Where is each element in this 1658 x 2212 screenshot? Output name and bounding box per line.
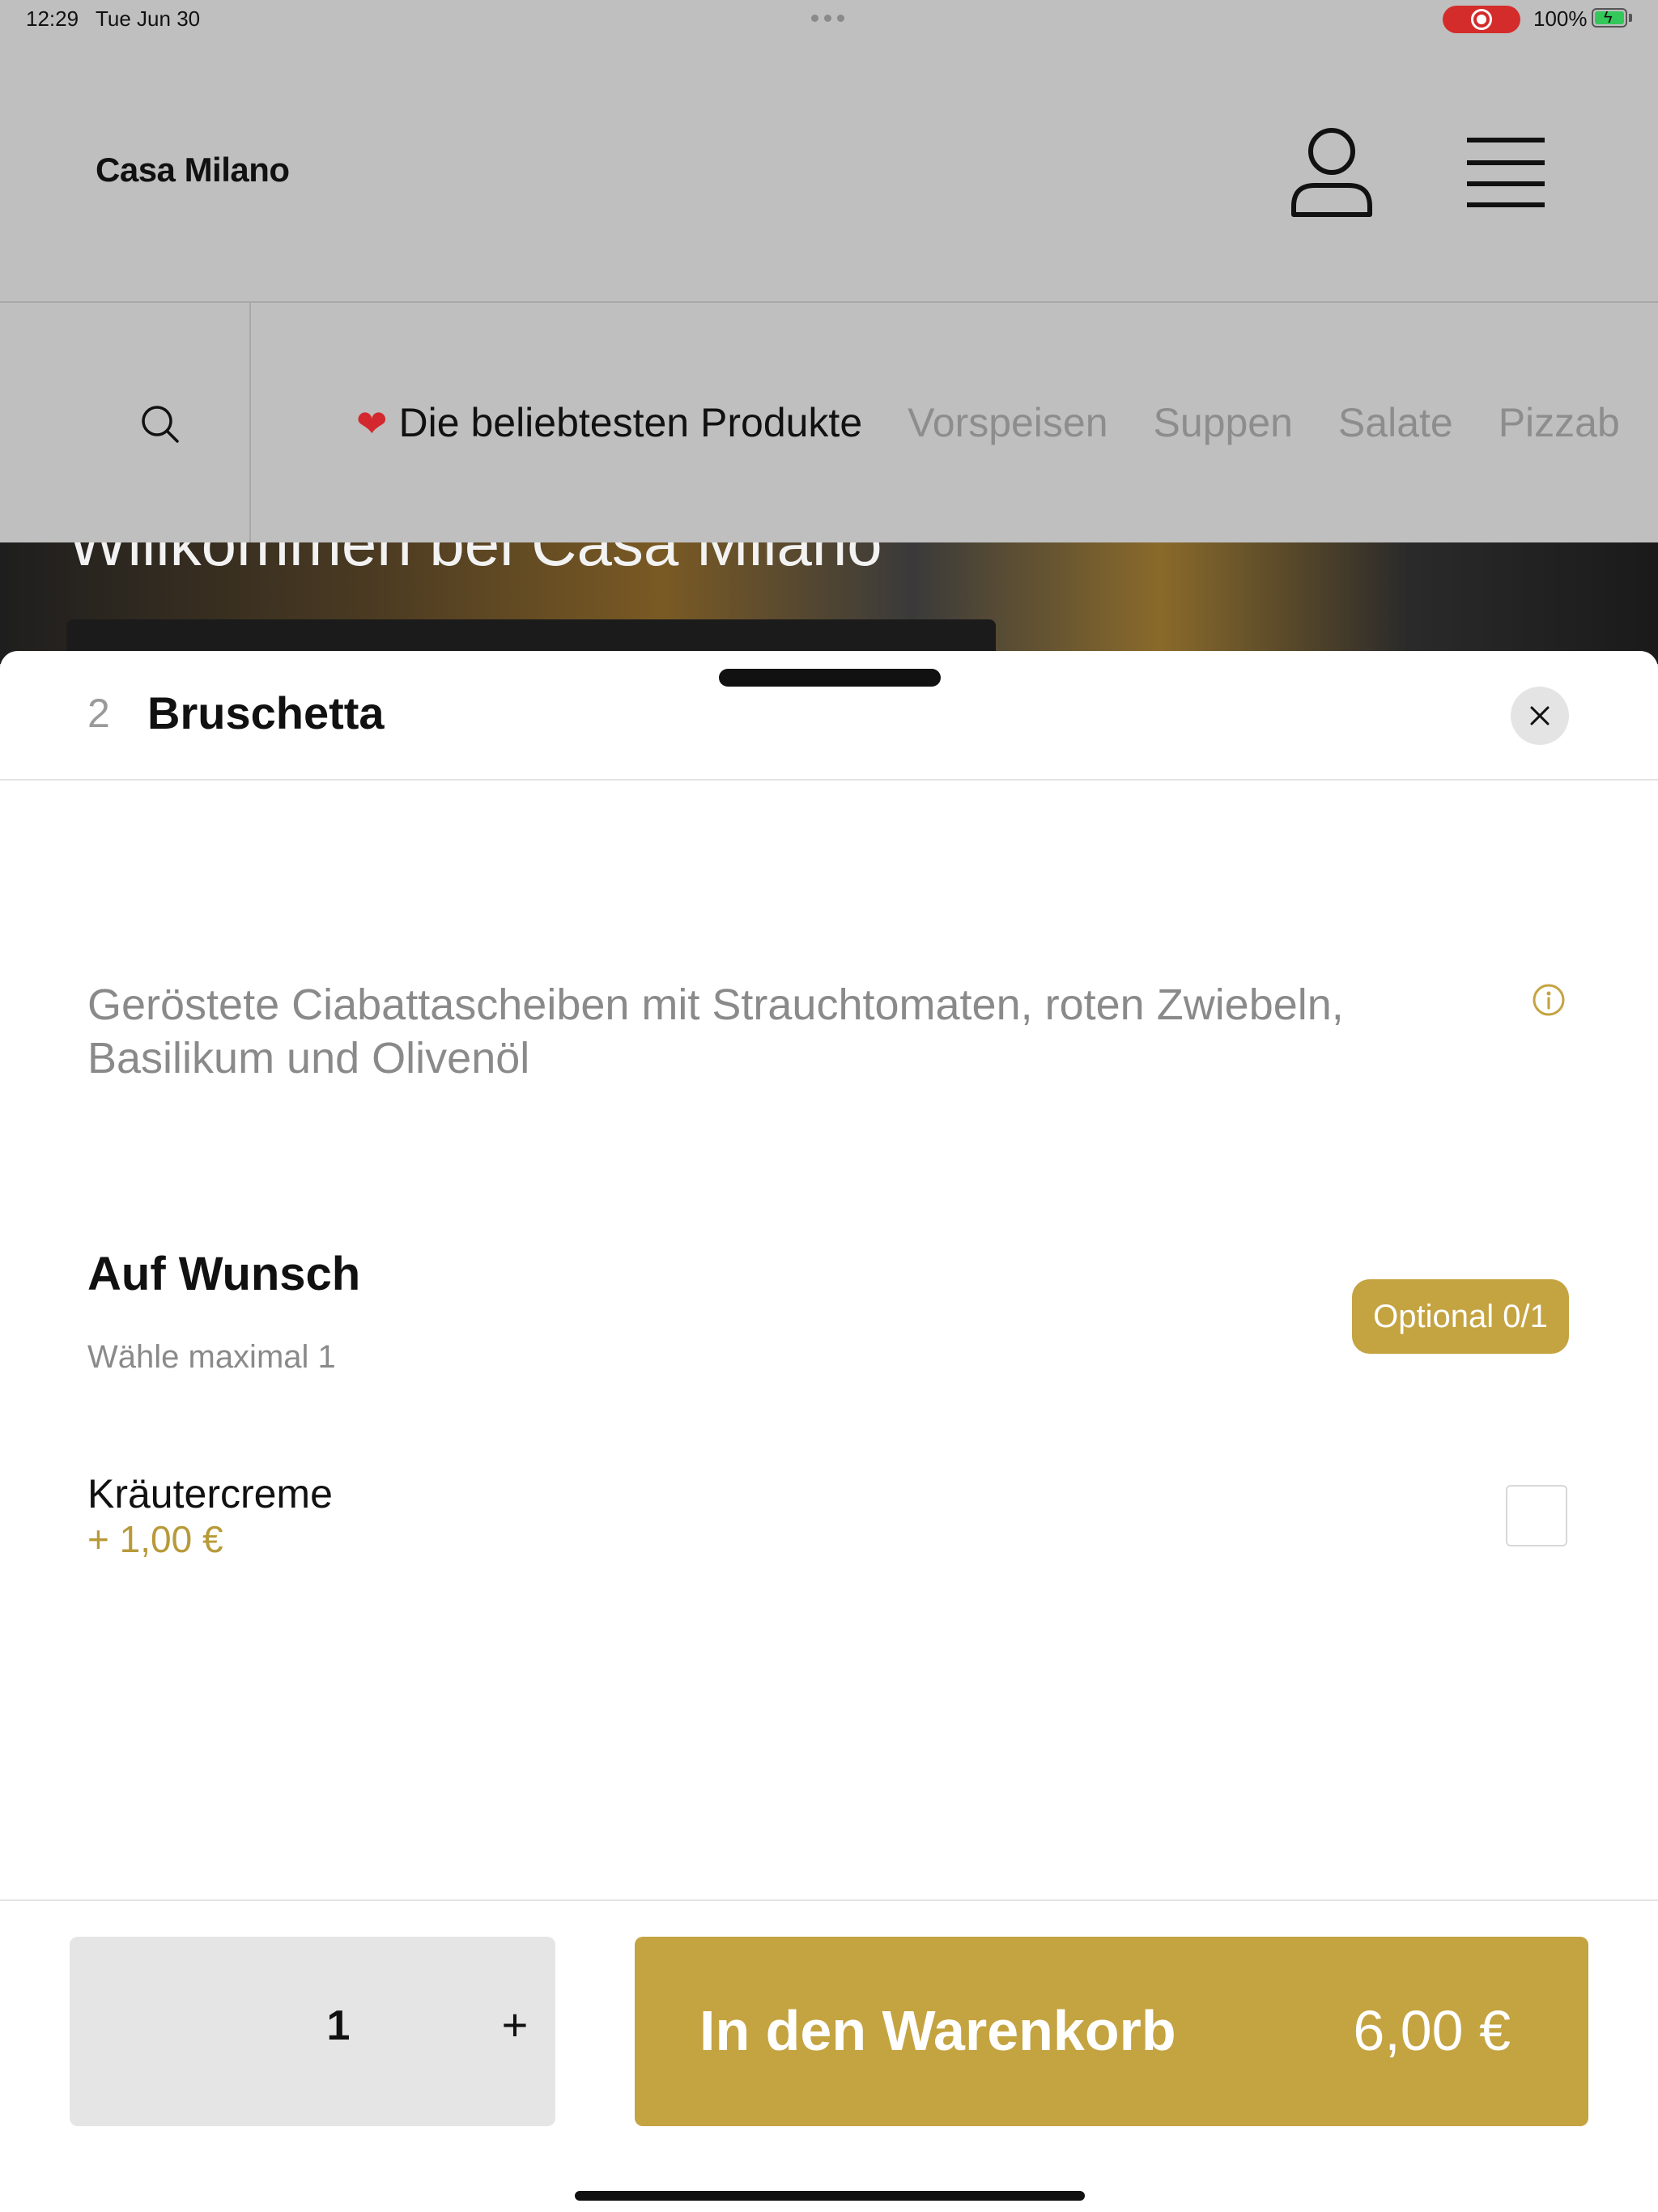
item-number: 2 bbox=[87, 691, 110, 736]
hero-banner: Willkommen bei Casa Milano bbox=[0, 542, 1658, 664]
option-checkbox[interactable] bbox=[1506, 1485, 1567, 1546]
user-icon bbox=[1291, 128, 1372, 217]
option-name[interactable]: Kräutercreme bbox=[87, 1470, 333, 1517]
status-bar: 12:29 Tue Jun 30 100% ϟ bbox=[0, 0, 1658, 39]
hamburger-menu-icon bbox=[1467, 138, 1545, 207]
info-icon bbox=[1533, 984, 1565, 1016]
item-title: Bruschetta bbox=[147, 687, 385, 738]
category-tab-pizza[interactable]: Pizzab bbox=[1499, 399, 1620, 446]
search-button[interactable] bbox=[0, 303, 251, 542]
option-group-title: Auf Wunsch bbox=[87, 1248, 361, 1300]
sheet-header: 2 Bruschetta bbox=[0, 651, 1658, 781]
user-account-button[interactable] bbox=[1287, 124, 1376, 221]
category-tab-salate[interactable]: Salate bbox=[1338, 399, 1453, 446]
battery-tip bbox=[1629, 14, 1632, 22]
quantity-increase-button[interactable]: + bbox=[491, 1998, 539, 2051]
category-label: Die beliebtesten Produkte bbox=[398, 400, 863, 445]
category-tabs: ❤ Die beliebtesten Produkte Vorspeisen Su… bbox=[356, 303, 1658, 542]
battery-icon: ϟ bbox=[1592, 8, 1627, 28]
quantity-stepper: 1 + bbox=[70, 1937, 555, 2126]
home-indicator[interactable] bbox=[575, 2191, 1085, 2201]
battery-percentage: 100% bbox=[1533, 6, 1588, 31]
hamburger-menu-button[interactable] bbox=[1465, 136, 1546, 209]
optional-badge: Optional 0/1 bbox=[1352, 1279, 1569, 1354]
item-description: Geröstete Ciabattascheiben mit Strauchto… bbox=[87, 981, 1344, 1083]
screen-recording-icon[interactable] bbox=[1443, 6, 1520, 33]
add-to-cart-button[interactable]: In den Warenkorb 6,00 € bbox=[635, 1937, 1588, 2126]
status-time: 12:29 bbox=[26, 6, 79, 31]
info-button[interactable] bbox=[1532, 983, 1566, 1017]
multitasking-dots-icon[interactable] bbox=[811, 15, 844, 22]
category-tab-popular[interactable]: ❤ Die beliebtesten Produkte bbox=[356, 399, 862, 446]
site-header: Casa Milano bbox=[0, 39, 1658, 303]
product-sheet: 2 Bruschetta Geröstete Ciabattascheiben … bbox=[0, 651, 1658, 2212]
category-nav: ❤ Die beliebtesten Produkte Vorspeisen Su… bbox=[0, 303, 1658, 542]
brand-name[interactable]: Casa Milano bbox=[96, 151, 290, 189]
hero-title: Willkommen bei Casa Milano bbox=[68, 542, 882, 579]
quantity-value: 1 bbox=[326, 2002, 351, 2049]
category-tab-suppen[interactable]: Suppen bbox=[1154, 399, 1293, 446]
close-button[interactable] bbox=[1511, 687, 1569, 745]
option-group-subtitle: Wähle maximal 1 bbox=[87, 1339, 336, 1375]
heart-icon: ❤ bbox=[356, 402, 388, 445]
category-tab-vorspeisen[interactable]: Vorspeisen bbox=[908, 399, 1107, 446]
close-icon bbox=[1530, 706, 1550, 725]
status-date: Tue Jun 30 bbox=[96, 6, 201, 31]
sheet-grabber[interactable] bbox=[719, 669, 941, 687]
option-price: + 1,00 € bbox=[87, 1518, 223, 1560]
search-icon bbox=[142, 406, 179, 443]
sheet-footer: 1 + In den Warenkorb 6,00 € bbox=[0, 1899, 1658, 2212]
cart-price: 6,00 € bbox=[1353, 1999, 1511, 2062]
add-to-cart-label: In den Warenkorb bbox=[699, 1999, 1176, 2062]
